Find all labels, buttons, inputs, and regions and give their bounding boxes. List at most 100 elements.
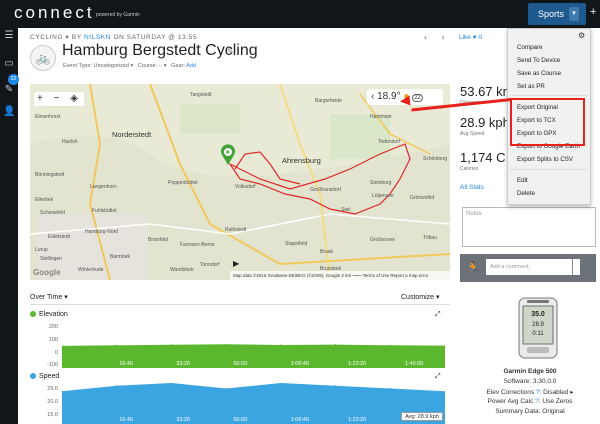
breadcrumb-type[interactable]: CYCLING ▾ BY	[30, 34, 82, 41]
map-town-label: Schönberg	[423, 156, 448, 162]
powered-by-text: powered by Garmin	[96, 12, 140, 18]
map-town-label: Hasloh	[62, 139, 78, 145]
device-name: Garmin Edge 500	[503, 368, 557, 375]
divider	[30, 304, 450, 305]
map-town-label: Bönningstedt	[35, 172, 65, 178]
map-town-label: Poppenbüttel	[168, 180, 198, 186]
gear-add-link[interactable]: Add	[186, 63, 196, 69]
menu-item-edit[interactable]: Edit	[517, 177, 528, 184]
connect-logo[interactable]: connect	[14, 3, 95, 23]
data-point	[170, 344, 173, 346]
over-time-selector[interactable]: Over Time ▾	[30, 293, 68, 301]
menu-item-delete[interactable]: Delete	[517, 190, 535, 197]
profile-icon[interactable]: 👤	[3, 106, 15, 118]
google-logo: Google	[33, 268, 61, 277]
x-tick-label: 16:40	[119, 417, 133, 423]
y-tick: 15.0	[47, 412, 58, 418]
comment-submit-button[interactable]	[572, 259, 579, 275]
menu-hamburger-icon[interactable]: ☰	[3, 30, 15, 42]
expand-icon[interactable]: ⤢	[435, 373, 441, 381]
activity-pager[interactable]: ‹ ›	[424, 32, 451, 42]
menu-item-send-to-device[interactable]: Send To Device	[517, 57, 560, 64]
breadcrumb-date: ON SATURDAY @ 13:55	[113, 34, 198, 41]
x-tick-label: 50:00	[234, 417, 248, 423]
author-link[interactable]: NILSKN	[84, 34, 111, 41]
plus-icon[interactable]: +	[590, 6, 596, 18]
map-town-label: Eidelstedt	[48, 234, 70, 240]
avg-speed-marker: Avg: 28.9 kph	[401, 412, 443, 421]
map-town-label: Tonndorf	[200, 262, 220, 268]
elev-corrections-value[interactable]: : Disabled ▸	[540, 389, 574, 396]
distance-value: 53.67 km	[460, 84, 514, 99]
map-town-label: Trittau	[423, 235, 437, 241]
x-tick-label: 33:20	[176, 417, 190, 423]
map-town-label: Braak	[320, 249, 334, 255]
speed-chart[interactable]: 16:4033:2050:001:06:401:23:201:40:00	[62, 383, 445, 424]
edit-pencil-icon[interactable]: ✎	[227, 47, 234, 56]
avg-speed-label: Avg Speed	[460, 131, 485, 137]
data-point	[116, 385, 118, 387]
x-tick-label: 1:06:40	[291, 361, 309, 367]
y-tick: 200	[48, 324, 58, 330]
map-town-label: Farmsen-Berne	[180, 242, 215, 248]
map-town-label: Grönwohld	[410, 195, 435, 201]
expand-icon[interactable]: ⤢	[435, 311, 441, 319]
map-town-label: Bargteheide	[315, 98, 342, 104]
map-town-label: Steinburg	[370, 180, 392, 186]
highlight-arrow-head	[399, 95, 411, 107]
data-point	[280, 344, 282, 346]
y-tick: 100	[48, 337, 58, 343]
notes-field[interactable]: Notes	[462, 207, 596, 247]
chevron-down-icon[interactable]: ▾	[569, 7, 579, 21]
menu-divider	[510, 95, 588, 96]
map-zoom-controls[interactable]: + − ◈	[34, 92, 84, 106]
comment-input[interactable]: Add a comment:	[486, 259, 580, 275]
map-town-label: Elmenhorst	[35, 114, 61, 120]
course-selector[interactable]: Course: -- ▾	[138, 63, 167, 69]
y-tick: -100	[46, 362, 58, 368]
x-tick-label: 1:23:20	[348, 417, 366, 423]
map-town-label: Ahrensburg	[282, 156, 321, 165]
gear-label: Gear:	[171, 63, 185, 69]
data-point	[334, 344, 337, 346]
map-town-label: Winterhude	[78, 267, 104, 273]
play-route-icon[interactable]: ▶	[233, 259, 239, 268]
speed-dot-icon	[30, 373, 36, 380]
menu-item-save-as-course[interactable]: Save as Course	[517, 70, 561, 77]
map-credits[interactable]: Map data ©2015 GeoBasis-DE/BKG (©2009), …	[230, 271, 450, 280]
cycling-activity-icon: 🚲	[30, 45, 56, 71]
all-stats-link[interactable]: All Stats	[460, 184, 484, 191]
inbox-icon[interactable]: ▭	[3, 58, 15, 70]
activity-meta: Event Type: Uncategorized ▾ Course: -- ▾…	[63, 63, 196, 69]
map-town-label: Lurup	[35, 247, 48, 253]
route-start-pin-icon[interactable]	[220, 144, 236, 166]
map-town-label: Rahlstedt	[225, 227, 247, 233]
elevation-legend: Elevation	[30, 311, 68, 318]
x-tick-label: 16:40	[119, 361, 133, 367]
map-town-label: Fuhlsbüttel	[92, 208, 117, 214]
runner-icon: 🏃	[465, 261, 481, 275]
menu-item-export-splits-csv[interactable]: Export Splits to CSV	[517, 156, 573, 163]
gear-icon[interactable]: ⚙	[578, 31, 585, 40]
menu-item-compare[interactable]: Compare	[517, 44, 542, 51]
power-avg-value: : Use Zeros	[538, 398, 573, 405]
route-map[interactable]: Norderstedt Ahrensburg Hammoor Todendorf…	[30, 84, 450, 280]
power-avg-calc: Power Avg Calc ?: Use Zeros	[460, 398, 600, 405]
map-town-label: Volksdorf	[235, 184, 256, 190]
y-tick: 0	[54, 350, 58, 356]
device-screen-top: 35.0	[531, 311, 545, 318]
customize-button[interactable]: Customize ▾	[401, 293, 440, 301]
speed-legend: Speed	[30, 373, 59, 380]
elevation-chart[interactable]: 16:40 33:20 50:00 1:06:40 1:23:20 1:40:00	[62, 320, 445, 368]
device-screen-bottom: 0:11	[532, 331, 544, 337]
activity-stream-icon[interactable]: ✎	[3, 84, 15, 96]
map-town-label: Stellingen	[40, 256, 62, 262]
event-type-selector[interactable]: Event Type: Uncategorized ▾	[63, 63, 133, 69]
map-town-label: Todendorf	[378, 139, 401, 145]
notification-badge[interactable]: 22	[8, 74, 19, 85]
garmin-device-image	[518, 297, 558, 359]
like-button[interactable]: Like ♥ 0	[459, 34, 482, 41]
menu-item-set-as-pr[interactable]: Set as PR	[517, 83, 545, 90]
data-point	[334, 385, 337, 387]
map-town-label: Siek	[341, 207, 351, 213]
